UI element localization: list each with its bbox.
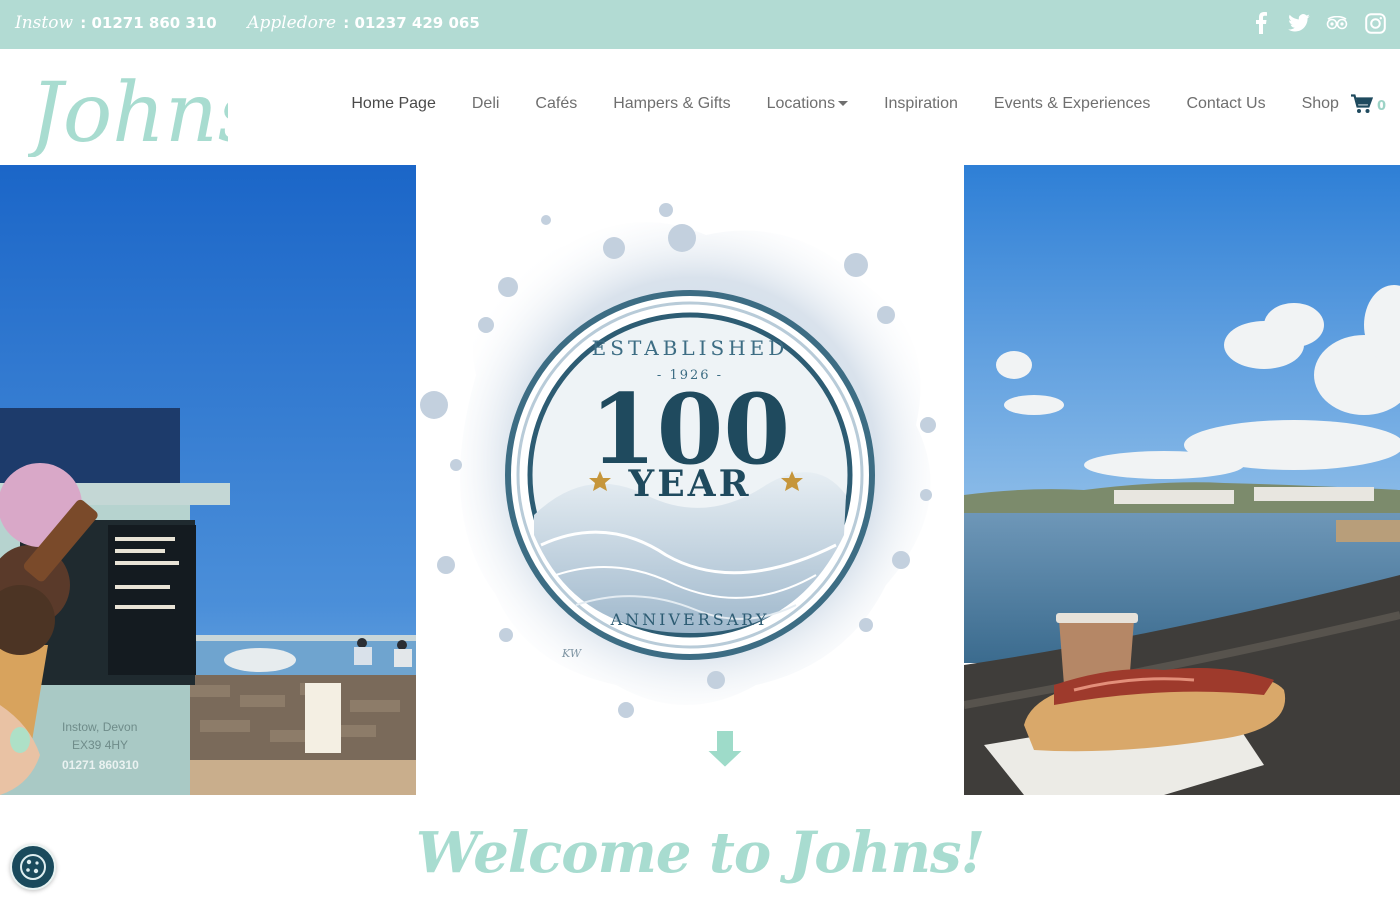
kiosk-address-1: Instow, Devon — [62, 720, 137, 734]
nav-locations-label: Locations — [766, 94, 836, 112]
welcome-heading: Welcome to Johns! — [415, 820, 985, 886]
logo-text: Johns — [28, 66, 228, 157]
nav-locations-dropdown[interactable]: Locations — [767, 95, 849, 113]
hero-photo-ice-cream: Instow, Devon EX39 4HY 01271 860310 — [0, 165, 416, 795]
hero-gallery: Instow, Devon EX39 4HY 01271 860310 ESTA… — [0, 165, 1400, 795]
nav-home[interactable]: Home Page — [351, 95, 436, 113]
nav-inspiration[interactable]: Inspiration — [884, 95, 958, 113]
kiosk-phone: 01271 860310 — [62, 758, 139, 772]
nav-deli[interactable]: Deli — [472, 95, 500, 113]
badge-established-text: ESTABLISHED — [592, 336, 789, 360]
nav-contact-us[interactable]: Contact Us — [1186, 95, 1265, 113]
phone-appledore[interactable]: Appledore : 01237 429 065 — [247, 13, 480, 33]
johns-logo[interactable]: Johns — [16, 57, 260, 161]
tripadvisor-icon[interactable] — [1326, 11, 1348, 35]
caret-down-icon — [838, 100, 849, 106]
nav-events-experiences[interactable]: Events & Experiences — [994, 95, 1151, 113]
phone-instow[interactable]: Instow : 01271 860 310 — [15, 13, 222, 33]
main-nav: Home Page Deli Cafés Hampers & Gifts Loc… — [315, 93, 1386, 114]
cookie-icon — [20, 854, 46, 880]
site-header: Johns Home Page Deli Cafés Hampers & Gif… — [0, 49, 1400, 165]
hero-anniversary-badge: ESTABLISHED - 1926 - 100 YEAR ANNIVERSAR… — [416, 165, 964, 795]
kiosk-address-2: EX39 4HY — [72, 738, 128, 752]
badge-year-word: YEAR — [628, 463, 752, 505]
cookie-settings-button[interactable] — [10, 844, 56, 890]
nav-cafes[interactable]: Cafés — [535, 95, 577, 113]
artist-signature: KW — [561, 647, 583, 660]
instagram-icon[interactable] — [1364, 11, 1386, 35]
nav-shop[interactable]: Shop — [1302, 95, 1339, 113]
top-contact-bar: Instow : 01271 860 310 Appledore : 01237… — [0, 0, 1400, 49]
shopping-cart-icon — [1350, 93, 1373, 113]
twitter-icon[interactable] — [1288, 11, 1310, 35]
facebook-icon[interactable] — [1250, 11, 1272, 35]
badge-anniversary-text: ANNIVERSARY — [610, 610, 770, 629]
cart-count: 0 — [1376, 99, 1386, 114]
social-links — [1250, 11, 1386, 35]
phone-numbers: Instow : 01271 860 310 Appledore : 01237… — [15, 13, 480, 33]
nav-hampers-gifts[interactable]: Hampers & Gifts — [613, 95, 730, 113]
cart-button[interactable]: 0 — [1350, 93, 1386, 114]
hero-photo-harbour — [964, 165, 1400, 795]
scroll-down-arrow-icon[interactable] — [703, 729, 747, 770]
